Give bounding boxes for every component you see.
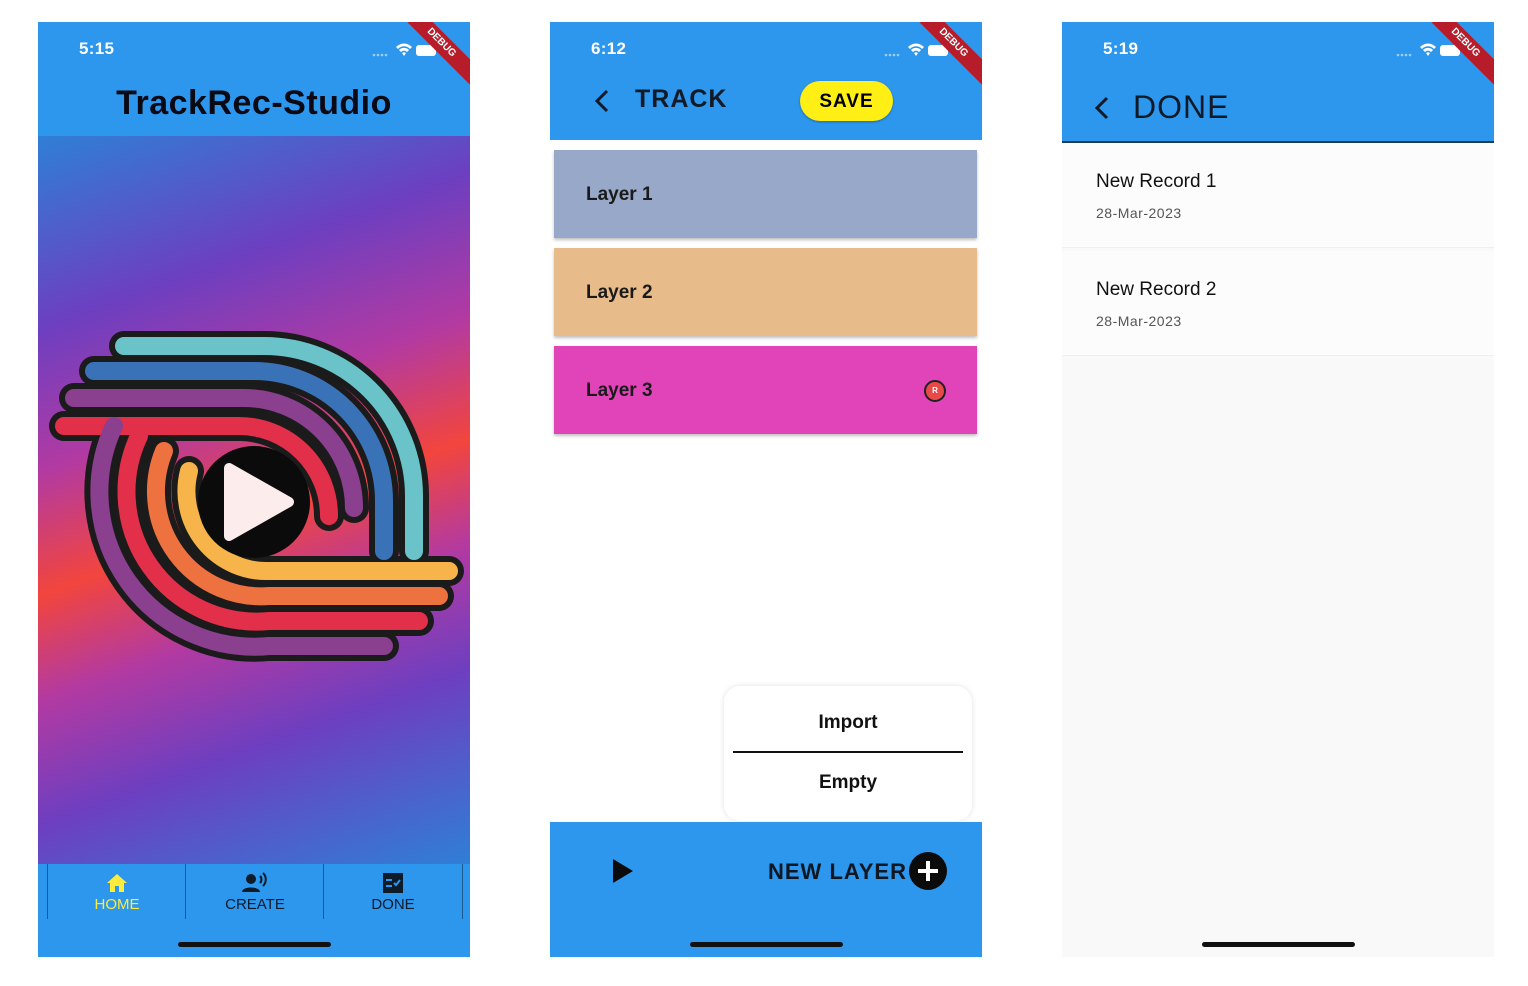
menu-item-import[interactable]: Import <box>724 712 972 734</box>
hero-background <box>38 136 470 864</box>
status-bar: 5:15 <box>38 22 470 80</box>
home-indicator <box>690 942 843 947</box>
back-arrow-icon[interactable] <box>1092 95 1114 121</box>
layer-name: Layer 2 <box>586 282 653 303</box>
layer-name: Layer 1 <box>586 184 653 205</box>
nav-item-home[interactable]: HOME <box>47 864 186 919</box>
done-list-icon <box>383 873 403 893</box>
nav-label-done: DONE <box>371 896 415 913</box>
nav-item-done[interactable]: DONE <box>323 864 463 919</box>
record-date: 28-Mar-2023 <box>1096 205 1182 221</box>
nav-label-home: HOME <box>94 896 140 913</box>
page-title: TrackRec-Studio <box>116 84 392 122</box>
home-indicator <box>178 942 331 947</box>
bottom-bar: NEW LAYER <box>550 822 982 957</box>
app-bar: 5:15 DEBUG TrackRec-Studio <box>38 22 470 136</box>
layer-item-3[interactable]: Layer 3 R <box>554 346 977 434</box>
save-button[interactable]: SAVE <box>800 81 893 121</box>
recording-badge-icon[interactable]: R <box>924 380 946 402</box>
new-layer-popup-menu: Import Empty <box>724 686 972 821</box>
home-screen: 5:15 DEBUG TrackRec-Studio HOME CREATE D… <box>38 22 470 957</box>
status-time: 5:15 <box>79 39 115 58</box>
app-bar: 6:12 DEBUG TRACK SAVE <box>550 22 982 140</box>
page-title: TRACK <box>635 85 728 113</box>
play-icon[interactable] <box>610 856 636 886</box>
back-arrow-icon[interactable] <box>592 88 614 114</box>
add-circle-icon[interactable] <box>909 852 947 890</box>
record-item-1[interactable]: New Record 1 28-Mar-2023 <box>1062 143 1494 248</box>
layer-name: Layer 3 <box>586 380 653 401</box>
record-date: 28-Mar-2023 <box>1096 313 1182 329</box>
menu-divider <box>733 751 963 753</box>
layer-item-2[interactable]: Layer 2 <box>554 248 977 336</box>
status-bar: 6:12 <box>550 22 982 80</box>
bottom-navigation: HOME CREATE DONE <box>38 864 470 957</box>
nav-label-create: CREATE <box>225 896 285 913</box>
nav-item-create[interactable]: CREATE <box>185 864 324 919</box>
layer-list: Layer 1 Layer 2 Layer 3 R <box>554 150 977 444</box>
record-name: New Record 2 <box>1096 279 1217 300</box>
page-title: DONE <box>1133 89 1230 125</box>
record-name: New Record 1 <box>1096 171 1217 192</box>
status-time: 5:19 <box>1103 39 1139 58</box>
layer-item-1[interactable]: Layer 1 <box>554 150 977 238</box>
home-icon <box>107 874 127 892</box>
home-indicator <box>1202 942 1355 947</box>
done-screen: 5:19 DEBUG DONE New Record 1 28-Mar-2023… <box>1062 22 1494 957</box>
status-time: 6:12 <box>591 39 627 58</box>
menu-item-empty[interactable]: Empty <box>724 772 972 794</box>
app-bar: 5:19 DEBUG DONE <box>1062 22 1494 143</box>
status-bar: 5:19 <box>1062 22 1494 80</box>
app-logo[interactable] <box>44 326 464 666</box>
track-screen: 6:12 DEBUG TRACK SAVE Layer 1 Layer 2 La… <box>550 22 982 957</box>
record-voice-icon <box>242 872 267 892</box>
new-layer-button[interactable]: NEW LAYER <box>768 859 907 885</box>
record-item-2[interactable]: New Record 2 28-Mar-2023 <box>1062 251 1494 356</box>
